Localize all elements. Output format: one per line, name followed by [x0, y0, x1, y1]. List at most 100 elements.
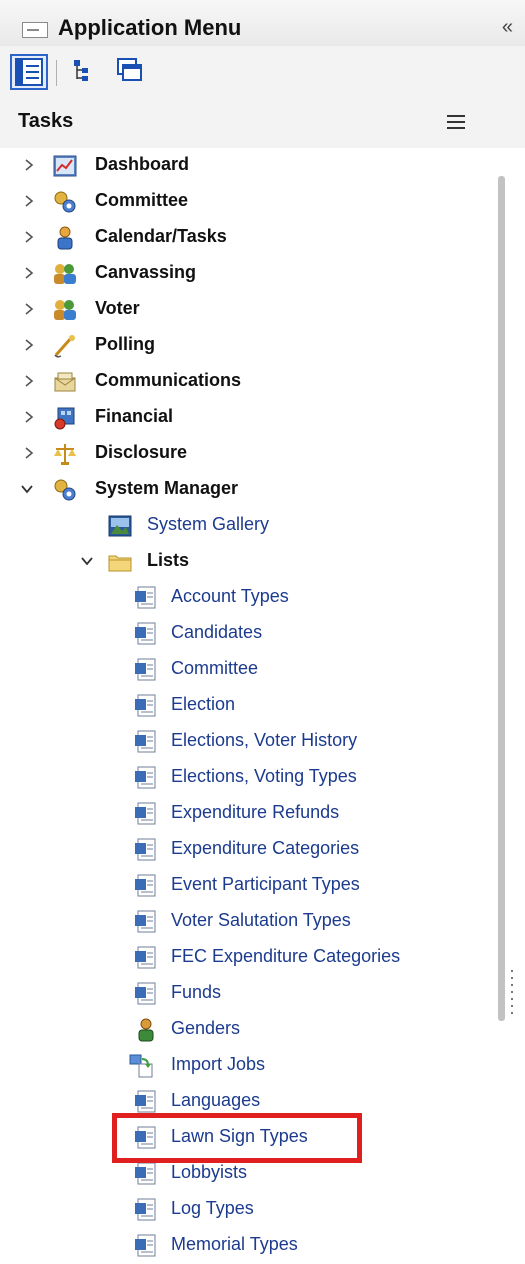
list-view-icon — [15, 58, 43, 86]
list-doc-icon — [135, 622, 156, 645]
tree-item-label: Import Jobs — [171, 1054, 266, 1074]
vertical-scrollbar[interactable] — [490, 148, 525, 1264]
tree-item-system-gallery[interactable]: System Gallery — [0, 508, 490, 544]
list-item-log-types[interactable]: Log Types — [0, 1192, 490, 1228]
chevron-right-icon[interactable] — [22, 373, 36, 389]
tree-item-communications[interactable]: Communications — [0, 364, 490, 400]
tree-item-lists[interactable]: Lists — [0, 544, 490, 580]
panel-header: Application Menu « — [0, 0, 525, 47]
list-item-memorial-types[interactable]: Memorial Types — [0, 1228, 490, 1264]
chevron-right-icon[interactable] — [22, 157, 36, 173]
list-item-account-types[interactable]: Account Types — [0, 580, 490, 616]
import-icon — [129, 1054, 153, 1078]
task-tree: Dashboard Committee Calendar/Tasks Canva… — [0, 148, 490, 1264]
chevron-right-icon[interactable] — [22, 409, 36, 425]
tree-item-label: Genders — [171, 1018, 241, 1038]
tree-item-label: Voter — [95, 298, 140, 318]
canvassing-icon — [54, 264, 76, 284]
tree-item-label: Calendar/Tasks — [95, 226, 227, 246]
person-icon — [138, 1018, 154, 1042]
tree-item-label: Memorial Types — [171, 1234, 298, 1254]
chevron-right-icon[interactable] — [22, 301, 36, 317]
list-doc-icon — [135, 730, 156, 753]
tree-item-label: Expenditure Refunds — [171, 802, 340, 822]
list-item-fec-expenditure-categories[interactable]: FEC Expenditure Categories — [0, 940, 490, 976]
committee-icon — [54, 191, 76, 213]
disclosure-icon — [54, 444, 76, 465]
tree-item-voter[interactable]: Voter — [0, 292, 490, 328]
chevron-right-icon[interactable] — [22, 229, 36, 245]
list-doc-icon — [135, 766, 156, 789]
tree-item-label: Account Types — [171, 586, 289, 606]
menu-window-icon — [22, 22, 48, 38]
tree-item-label: Canvassing — [95, 262, 197, 282]
hamburger-icon[interactable] — [447, 115, 465, 129]
list-item-event-participant-types[interactable]: Event Participant Types — [0, 868, 490, 904]
voter-icon — [54, 300, 76, 320]
list-view-button[interactable] — [10, 54, 48, 90]
tree-item-label: Financial — [95, 406, 174, 426]
tree-item-calendar-tasks[interactable]: Calendar/Tasks — [0, 220, 490, 256]
tree-item-label: Candidates — [171, 622, 263, 642]
list-item-expenditure-refunds[interactable]: Expenditure Refunds — [0, 796, 490, 832]
list-item-elections-voter-history[interactable]: Elections, Voter History — [0, 724, 490, 760]
list-doc-icon — [135, 874, 156, 897]
communications-icon — [54, 372, 76, 392]
resize-grip[interactable] — [511, 970, 515, 1020]
list-item-committee[interactable]: Committee — [0, 652, 490, 688]
list-item-expenditure-categories[interactable]: Expenditure Categories — [0, 832, 490, 868]
tree-item-label: Committee — [95, 190, 189, 210]
scrollbar-thumb[interactable] — [498, 176, 505, 1021]
tree-item-system-manager[interactable]: System Manager — [0, 472, 490, 508]
chevron-right-icon[interactable] — [22, 337, 36, 353]
window-view-icon — [117, 58, 142, 81]
list-doc-icon — [135, 1234, 156, 1257]
application-menu-panel: Application Menu « Tasks Dashboard Commi… — [0, 0, 525, 1264]
list-item-election[interactable]: Election — [0, 688, 490, 724]
tree-item-label: Funds — [171, 982, 222, 1002]
list-item-candidates[interactable]: Candidates — [0, 616, 490, 652]
view-toolbar — [0, 46, 525, 102]
list-doc-icon — [135, 658, 156, 681]
tree-item-label: Lists — [147, 550, 190, 570]
chevron-right-icon[interactable] — [22, 265, 36, 281]
tree-item-financial[interactable]: Financial — [0, 400, 490, 436]
list-item-import-jobs[interactable]: Import Jobs — [0, 1048, 490, 1084]
list-doc-icon — [135, 802, 156, 825]
tree-item-label: Communications — [95, 370, 242, 390]
list-doc-icon — [135, 1162, 156, 1185]
tree-item-canvassing[interactable]: Canvassing — [0, 256, 490, 292]
window-view-button[interactable] — [112, 54, 150, 90]
tree-item-label: Event Participant Types — [171, 874, 360, 894]
list-item-funds[interactable]: Funds — [0, 976, 490, 1012]
tree-item-label: System Manager — [95, 478, 239, 498]
tree-item-label: Voter Salutation Types — [171, 910, 351, 930]
tasks-label: Tasks — [18, 110, 74, 132]
list-doc-icon — [135, 694, 156, 717]
collapse-panel-button[interactable]: « — [502, 16, 513, 39]
tree-item-label: Expenditure Categories — [171, 838, 360, 858]
chevron-right-icon[interactable] — [22, 193, 36, 209]
gallery-icon — [108, 515, 132, 537]
tree-item-committee[interactable]: Committee — [0, 184, 490, 220]
tasks-header: Tasks — [0, 102, 525, 148]
tree-view-button[interactable] — [66, 54, 104, 90]
list-doc-icon — [135, 910, 156, 933]
chevron-down-icon[interactable] — [80, 553, 94, 569]
financial-icon — [54, 407, 75, 430]
polling-icon — [54, 335, 75, 358]
list-item-genders[interactable]: Genders — [0, 1012, 490, 1048]
chevron-down-icon[interactable] — [20, 481, 34, 497]
tree-item-label: Dashboard — [95, 154, 190, 174]
list-doc-icon — [135, 586, 156, 609]
list-item-voter-salutation-types[interactable]: Voter Salutation Types — [0, 904, 490, 940]
tree-item-polling[interactable]: Polling — [0, 328, 490, 364]
list-item-elections-voting-types[interactable]: Elections, Voting Types — [0, 760, 490, 796]
chevron-right-icon[interactable] — [22, 445, 36, 461]
tree-item-label: Elections, Voter History — [171, 730, 358, 750]
list-doc-icon — [135, 1090, 156, 1113]
tree-item-label: Disclosure — [95, 442, 188, 462]
tree-item-label: Log Types — [171, 1198, 254, 1218]
tree-item-disclosure[interactable]: Disclosure — [0, 436, 490, 472]
tree-item-dashboard[interactable]: Dashboard — [0, 148, 490, 184]
